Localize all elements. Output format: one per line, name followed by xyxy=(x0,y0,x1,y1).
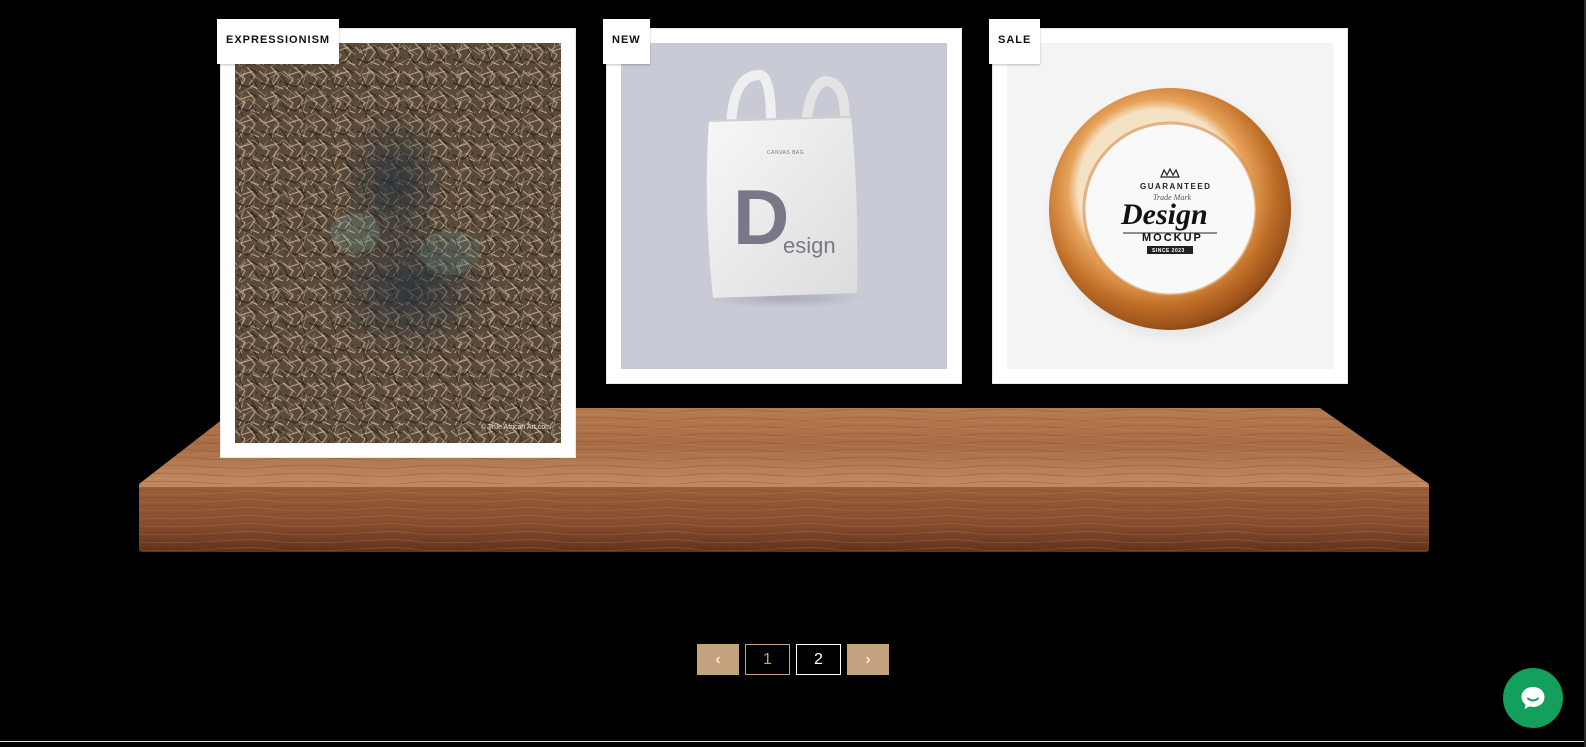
page: © True African Art.com EXPRESSIONISM CAN… xyxy=(0,0,1586,747)
product-image-wooden-plate[interactable]: GUARANTEED Trade Mark Design MOCKUP SINC… xyxy=(1007,43,1333,369)
tote-bag-logo-text: esign xyxy=(783,233,836,258)
product-image-expressionism[interactable]: © True African Art.com xyxy=(235,43,561,443)
product-card-wooden-plate[interactable]: GUARANTEED Trade Mark Design MOCKUP SINC… xyxy=(992,28,1348,384)
badge-new: NEW xyxy=(603,19,650,64)
pagination-next-button[interactable]: › xyxy=(847,644,889,675)
badge-expressionism: EXPRESSIONISM xyxy=(217,19,340,64)
product-image-tote-bag[interactable]: CANVAS BAG D esign xyxy=(621,43,947,369)
badge-sale: SALE xyxy=(989,19,1041,64)
chat-bubble-icon xyxy=(1521,687,1545,709)
plate-since-text: SINCE 2023 xyxy=(1152,248,1185,254)
abstract-painting-graphic xyxy=(235,43,561,443)
pagination-prev-button[interactable]: ‹ xyxy=(697,644,739,675)
plate-sub-text: MOCKUP xyxy=(1142,232,1203,244)
pagination: ‹ 1 2 › xyxy=(697,644,889,675)
pagination-page-1[interactable]: 1 xyxy=(745,644,790,675)
chat-widget-button[interactable] xyxy=(1503,668,1563,728)
product-card-tote-bag[interactable]: CANVAS BAG D esign xyxy=(606,28,962,384)
footer-divider xyxy=(0,741,1584,742)
product-watermark: © True African Art.com xyxy=(480,424,551,431)
tote-bag-logo-letter: D xyxy=(733,173,790,261)
pagination-page-2-current[interactable]: 2 xyxy=(796,644,841,675)
product-card-expressionism[interactable]: © True African Art.com xyxy=(220,28,576,458)
tote-bag-small-label: CANVAS BAG xyxy=(767,150,805,156)
plate-title-text: Design xyxy=(1121,198,1208,231)
plate-top-text: GUARANTEED xyxy=(1140,182,1212,191)
